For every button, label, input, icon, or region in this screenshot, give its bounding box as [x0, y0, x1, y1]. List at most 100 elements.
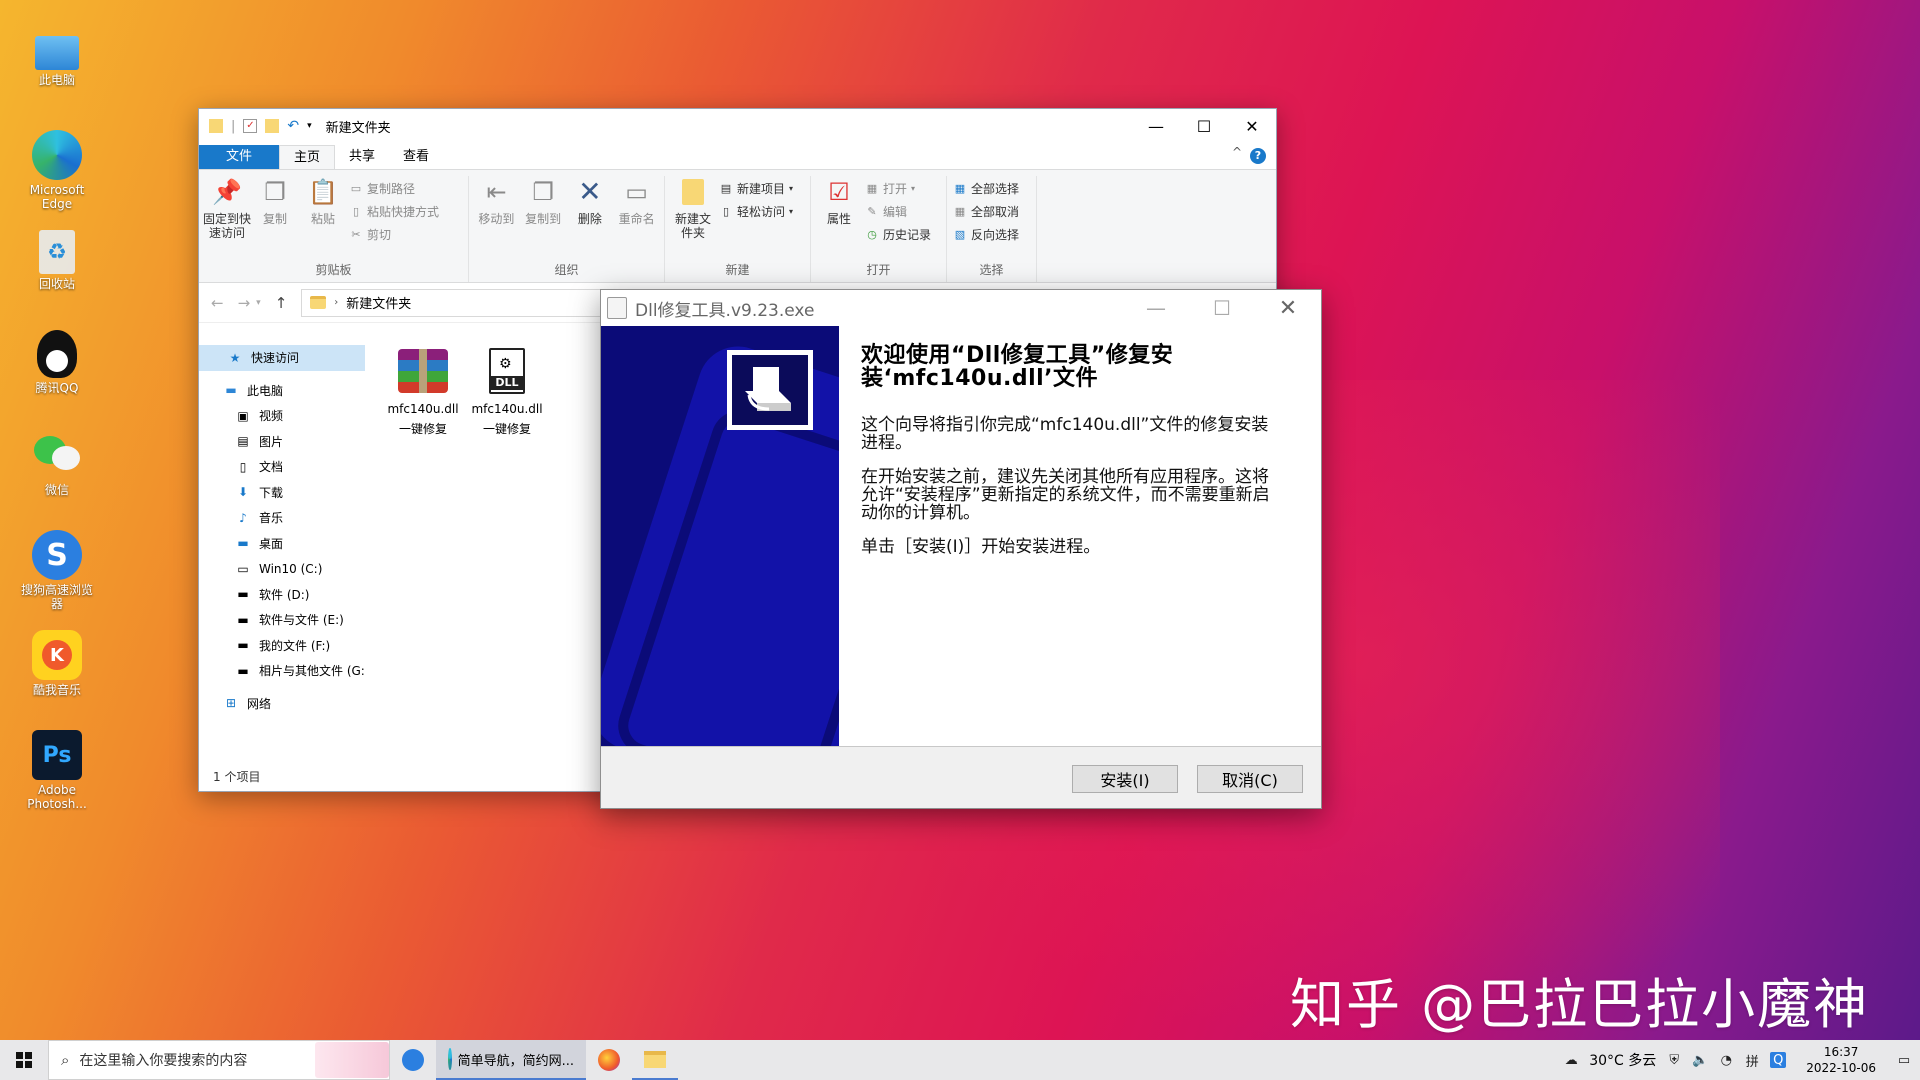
close-button[interactable]: ✕ [1255, 290, 1321, 326]
open-button[interactable]: ▦ 打开 ▾ [865, 178, 931, 198]
nav-drive-g[interactable]: ▬ 相片与其他文件 (G: [199, 658, 369, 684]
wizard-advice-text: 在开始安装之前，建议先关闭其他所有应用程序。这将允许“安装程序”更新指定的系统文… [861, 467, 1270, 523]
winrar-archive-icon [397, 345, 449, 397]
drive-icon: ▬ [237, 663, 249, 678]
new-folder-icon[interactable] [265, 119, 280, 133]
button-label: 打开 [883, 181, 908, 196]
taskbar-edge[interactable]: 简单导航，简约网... [436, 1040, 586, 1080]
folder-icon [310, 296, 327, 309]
taskbar-search-box[interactable]: ⌕ 在这里输入你要搜索的内容 [48, 1040, 390, 1080]
nav-quick-access[interactable]: ★ 快速访问 [199, 345, 365, 371]
cut-button[interactable]: ✂ 剪切 [349, 224, 439, 244]
taskbar-file-explorer[interactable] [632, 1040, 678, 1080]
taskbar-sogou[interactable] [390, 1040, 436, 1080]
nav-drive-e[interactable]: ▬ 软件与文件 (E:) [199, 607, 369, 633]
nav-label: Win10 (C:) [259, 561, 323, 576]
desktop-icon-this-pc[interactable]: 此电脑 [16, 26, 98, 124]
file-item[interactable]: ⚙ DLL mfc140u.dll 一键修复 [467, 345, 547, 439]
volume-icon[interactable]: 🔈 [1692, 1052, 1708, 1068]
desktop-icon-label: 此电脑 [38, 73, 75, 87]
button-label: 属性 [826, 212, 851, 226]
windows-drive-icon: ▭ [237, 561, 249, 576]
tab-share[interactable]: 共享 [335, 145, 389, 169]
sogou-browser-icon [402, 1049, 424, 1071]
nav-desktop[interactable]: ▬ 桌面 [199, 531, 369, 557]
select-all-button[interactable]: ▦ 全部选择 [953, 178, 1019, 198]
file-item[interactable]: mfc140u.dll 一键修复 [383, 345, 463, 439]
invert-selection-button[interactable]: ▧ 反向选择 [953, 224, 1019, 244]
tab-view[interactable]: 查看 [389, 145, 443, 169]
new-item-button[interactable]: ▤ 新建项目 ▾ [719, 178, 793, 198]
start-button[interactable] [0, 1040, 48, 1080]
select-none-icon: ▦ [954, 204, 966, 218]
close-button[interactable]: ✕ [1228, 109, 1276, 143]
weather-cloud-icon[interactable]: ☁ [1563, 1052, 1579, 1068]
desktop-icon-recycle-bin[interactable]: ♻ 回收站 [16, 226, 98, 324]
collapse-ribbon-icon[interactable]: ^ [1232, 145, 1242, 159]
easy-access-button[interactable]: ▯ 轻松访问 ▾ [719, 201, 793, 221]
edit-button[interactable]: ✎ 编辑 [865, 201, 931, 221]
desktop-icon-edge[interactable]: Microsoft Edge [16, 126, 98, 224]
minimize-button[interactable]: — [1123, 290, 1189, 326]
ribbon-group-clipboard: 📌 固定到快速访问 ❐ 复制 📋 粘贴 ▭ 复制路径 ▯ 粘贴快捷方式 ✂ 剪切 剪贴… [199, 176, 469, 282]
select-none-button[interactable]: ▦ 全部取消 [953, 201, 1019, 221]
minimize-button[interactable]: — [1132, 109, 1180, 143]
weather-text[interactable]: 30°C 多云 [1589, 1050, 1656, 1070]
desktop-icon-sogou[interactable]: S 搜狗高速浏览器 [16, 526, 98, 624]
nav-drive-c[interactable]: ▭ Win10 (C:) [199, 556, 369, 582]
help-icon[interactable]: ? [1250, 148, 1266, 164]
button-label: 历史记录 [883, 227, 932, 242]
input-method-icon[interactable]: 拼 [1744, 1052, 1760, 1070]
group-label: 打开 [866, 263, 891, 277]
navigation-pane: ★ 快速访问 ▬ 此电脑 ▣ 视频 ▤ 图片 ▯ 文档 ⬇ 下载 ♪ 音乐 ▬ 桌面 ▭ Win1… [199, 345, 369, 755]
dropdown-icon: ▾ [789, 183, 794, 193]
up-arrow-icon[interactable]: ↑ [275, 294, 288, 312]
nav-music[interactable]: ♪ 音乐 [199, 505, 369, 531]
desktop-icon-qq[interactable]: 腾讯QQ [16, 326, 98, 424]
desktop-icon-wechat[interactable]: 微信 [16, 426, 98, 524]
select-all-icon: ▦ [954, 181, 966, 195]
app-tray-icon[interactable]: Q [1770, 1052, 1787, 1068]
button-label: 新建项目 [737, 181, 786, 196]
button-label: 剪切 [367, 227, 392, 242]
file-name: mfc140u.dll [471, 402, 543, 416]
cancel-button[interactable]: 取消(C) [1197, 765, 1303, 793]
nav-videos[interactable]: ▣ 视频 [199, 403, 369, 429]
nav-pictures[interactable]: ▤ 图片 [199, 429, 369, 455]
notification-icon[interactable]: ▭ [1896, 1052, 1912, 1068]
desktop-icons: 此电脑 Microsoft Edge ♻ 回收站 腾讯QQ 微信 S 搜狗高速浏… [16, 26, 98, 826]
paste-shortcut-button[interactable]: ▯ 粘贴快捷方式 [349, 201, 439, 221]
undo-icon[interactable]: ↶ [287, 118, 299, 134]
nav-documents[interactable]: ▯ 文档 [199, 454, 369, 480]
wechat-icon [32, 430, 82, 480]
taskbar: ⌕ 在这里输入你要搜索的内容 简单导航，简约网... ☁ 30°C 多云 ⛨ 🔈… [0, 1040, 1920, 1080]
install-button[interactable]: 安装(I) [1072, 765, 1178, 793]
nav-drive-f[interactable]: ▬ 我的文件 (F:) [199, 633, 369, 659]
clock[interactable]: 16:37 2022-10-06 [1806, 1044, 1876, 1076]
nav-label: 视频 [259, 409, 284, 424]
taskbar-firefox[interactable] [586, 1040, 632, 1080]
customize-dropdown-icon[interactable]: ▾ [307, 121, 312, 131]
tab-file[interactable]: 文件 [199, 145, 279, 169]
nav-network[interactable]: ⊞ 网络 [199, 691, 369, 717]
security-shield-icon[interactable]: ⛨ [1666, 1052, 1682, 1068]
forward-arrow-icon[interactable]: → [238, 294, 251, 312]
back-arrow-icon[interactable]: ← [211, 294, 224, 312]
qq-icon [37, 330, 77, 378]
desktop-icon-photoshop[interactable]: Ps Adobe Photosh... [16, 726, 98, 824]
copy-path-icon: ▭ [350, 181, 362, 195]
wifi-icon[interactable]: ◔ [1718, 1052, 1734, 1068]
nav-drive-d[interactable]: ▬ 软件 (D:) [199, 582, 369, 608]
nav-this-pc[interactable]: ▬ 此电脑 [199, 378, 369, 404]
computer-icon: ▬ [225, 383, 237, 398]
desktop-icon-kuwo[interactable]: K 酷我音乐 [16, 626, 98, 724]
nav-downloads[interactable]: ⬇ 下载 [199, 480, 369, 506]
properties-check-icon[interactable]: ✓ [243, 119, 258, 133]
copy-path-button[interactable]: ▭ 复制路径 [349, 178, 439, 198]
tab-home[interactable]: 主页 [279, 145, 336, 169]
history-button[interactable]: ◷ 历史记录 [865, 224, 931, 244]
maximize-button[interactable]: ☐ [1180, 109, 1228, 143]
button-label: 新建文件夹 [674, 212, 711, 240]
recent-dropdown-icon[interactable]: ▾ [256, 298, 261, 308]
document-icon: ▯ [239, 459, 247, 474]
